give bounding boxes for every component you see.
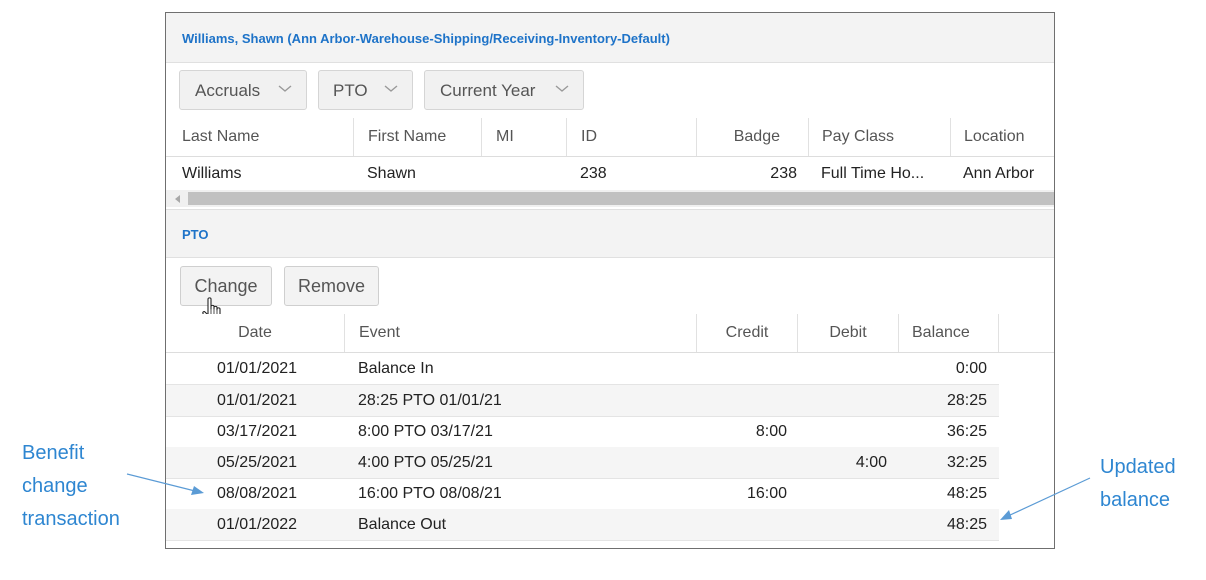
cell-badge: 238 (770, 165, 797, 182)
cell-event: 16:00 PTO 08/08/21 (358, 485, 502, 502)
col-last-name[interactable]: Last Name (182, 118, 259, 156)
annotation-line: transaction (22, 508, 120, 530)
pto-row[interactable]: 08/08/2021 16:00 PTO 08/08/21 16:00 48:2… (166, 478, 999, 510)
col-location[interactable]: Location (950, 118, 1025, 156)
cell-event: 4:00 PTO 05/25/21 (358, 454, 493, 471)
cell-last-name: Williams (182, 165, 242, 182)
col-first-name[interactable]: First Name (353, 118, 446, 156)
col-id[interactable]: ID (566, 118, 597, 156)
cell-event: 8:00 PTO 03/17/21 (358, 423, 493, 440)
cell-date: 05/25/2021 (217, 454, 298, 471)
cell-date: 01/01/2021 (217, 360, 298, 377)
scroll-left-arrow-icon[interactable] (175, 195, 181, 203)
annotation-line: change (22, 475, 88, 497)
change-button[interactable]: Change (180, 266, 272, 306)
pto-row[interactable]: 01/01/2021 Balance In 0:00 (166, 353, 999, 385)
year-dropdown-label: Current Year (440, 81, 536, 100)
chevron-down-icon (555, 85, 569, 92)
annotation-line: Updated (1100, 456, 1176, 478)
annotation-line: Benefit (22, 442, 85, 464)
cell-credit: 16:00 (746, 485, 787, 502)
cell-date: 08/08/2021 (217, 485, 298, 502)
chevron-down-icon (278, 85, 292, 92)
col-badge[interactable]: Badge (696, 118, 808, 156)
cell-first-name: Shawn (367, 165, 416, 182)
cell-pay-class: Full Time Ho... (821, 165, 925, 182)
cell-id: 238 (580, 165, 607, 182)
cell-date: 01/01/2022 (217, 516, 298, 533)
col-debit[interactable]: Debit (797, 314, 898, 352)
cell-balance: 48:25 (946, 516, 987, 533)
accruals-dropdown-label: Accruals (195, 81, 261, 100)
scrollbar-thumb[interactable] (188, 192, 1054, 205)
col-credit[interactable]: Credit (696, 314, 797, 352)
cell-date: 01/01/2021 (217, 392, 298, 409)
pto-dropdown[interactable]: PTO (318, 70, 413, 110)
cell-event: Balance Out (358, 516, 447, 533)
cell-balance: 28:25 (946, 392, 987, 409)
col-balance[interactable]: Balance (898, 314, 999, 352)
cell-balance: 0:00 (955, 360, 987, 377)
cell-credit: 8:00 (755, 423, 787, 440)
col-pay-class[interactable]: Pay Class (808, 118, 894, 156)
updated-balance-annotation: Updated balance (1100, 451, 1176, 517)
chevron-down-icon (384, 85, 398, 92)
cell-event: Balance In (358, 360, 434, 377)
benefit-change-annotation: Benefit change transaction (22, 437, 120, 536)
col-date[interactable]: Date (166, 314, 344, 352)
pto-table-header: Date Event Credit Debit Balance (166, 314, 1054, 353)
col-mi[interactable]: MI (481, 118, 514, 156)
col-event[interactable]: Event (344, 314, 400, 352)
cell-debit: 4:00 (855, 454, 887, 471)
remove-button[interactable]: Remove (284, 266, 379, 306)
employee-header: Williams, Shawn (Ann Arbor-Warehouse-Shi… (166, 13, 1054, 63)
cell-balance: 36:25 (946, 423, 987, 440)
cell-event: 28:25 PTO 01/01/21 (358, 392, 502, 409)
horizontal-scrollbar[interactable] (166, 190, 1054, 207)
employee-header-title: Williams, Shawn (Ann Arbor-Warehouse-Shi… (182, 31, 670, 46)
annotation-line: balance (1100, 489, 1171, 511)
cell-location: Ann Arbor (963, 165, 1035, 182)
cell-balance: 32:25 (946, 454, 987, 471)
pto-dropdown-label: PTO (333, 81, 368, 100)
pto-row[interactable]: 03/17/2021 8:00 PTO 03/17/21 8:00 36:25 (166, 416, 999, 448)
pto-row[interactable]: 01/01/2021 28:25 PTO 01/01/21 28:25 (166, 385, 999, 417)
year-dropdown[interactable]: Current Year (424, 70, 584, 110)
pto-section-title: PTO (182, 227, 209, 242)
pto-section-header: PTO (166, 209, 1054, 258)
pto-row[interactable]: 05/25/2021 4:00 PTO 05/25/21 4:00 32:25 (166, 447, 999, 479)
employee-accruals-panel: Williams, Shawn (Ann Arbor-Warehouse-Shi… (165, 12, 1055, 549)
employee-row[interactable]: Williams Shawn 238 238 Full Time Ho... A… (166, 157, 1054, 190)
pto-row[interactable]: 01/01/2022 Balance Out 48:25 (166, 509, 999, 541)
employee-table-header: Last Name First Name MI ID Badge Pay Cla… (166, 118, 1054, 157)
accruals-dropdown[interactable]: Accruals (179, 70, 307, 110)
cell-balance: 48:25 (946, 485, 987, 502)
cell-date: 03/17/2021 (217, 423, 298, 440)
